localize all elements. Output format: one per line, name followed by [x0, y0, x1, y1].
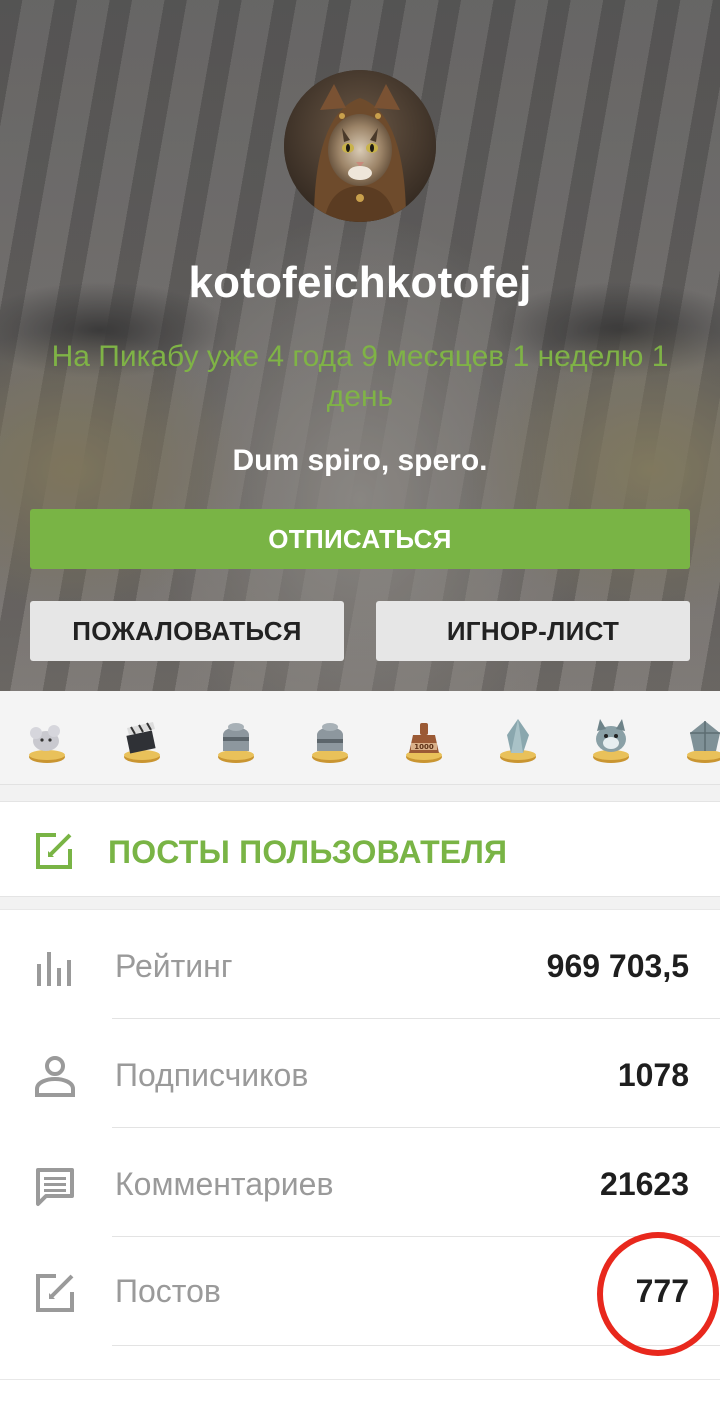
bottom-strip: [0, 1379, 720, 1401]
awards-strip[interactable]: 1000: [0, 691, 720, 785]
chart-icon: [37, 952, 71, 986]
user-posts-label: ПОСТЫ ПОЛЬЗОВАТЕЛЯ: [108, 834, 508, 870]
1000-weight-award-icon[interactable]: 1000: [399, 711, 449, 767]
helmet-award-icon[interactable]: [305, 711, 355, 767]
stat-row-subscribers: Подписчиков 1078: [0, 1019, 720, 1128]
crystal-award-icon[interactable]: [493, 711, 543, 767]
person-icon: [35, 1056, 75, 1097]
unsubscribe-button[interactable]: ОТПИСАТЬСЯ: [30, 509, 690, 569]
clapperboard-award-icon[interactable]: [117, 711, 167, 767]
user-posts-link[interactable]: ПОСТЫ ПОЛЬЗОВАТЕЛЯ: [0, 801, 720, 897]
stat-value: 21623: [600, 1166, 689, 1202]
svg-text:1000: 1000: [414, 743, 434, 751]
edit-icon: [36, 1274, 74, 1312]
mouse-award-icon[interactable]: [22, 711, 72, 767]
cat-avatar-icon[interactable]: [284, 70, 436, 222]
animal-award-icon[interactable]: [586, 711, 636, 767]
gem-award-icon[interactable]: [680, 711, 720, 767]
stat-row-rating: Рейтинг 969 703,5: [0, 910, 720, 1019]
tenure-text: На Пикабу уже 4 года 9 месяцев 1 неделю …: [51, 340, 669, 413]
report-button[interactable]: ПОЖАЛОВАТЬСЯ: [30, 601, 344, 661]
stat-value: 969 703,5: [546, 948, 689, 984]
stat-row-comments: Комментариев 21623: [0, 1128, 720, 1237]
stat-value: 1078: [617, 1057, 689, 1093]
stat-label: Подписчиков: [115, 1057, 309, 1093]
user-motto: Dum spiro, spero.: [232, 444, 488, 477]
stat-label: Постов: [115, 1273, 221, 1309]
stat-label: Рейтинг: [115, 948, 233, 984]
edit-icon: [36, 833, 72, 869]
comment-icon: [36, 1168, 74, 1206]
helmet-award-icon[interactable]: [211, 711, 261, 767]
highlight-circle: [597, 1232, 719, 1356]
profile-header: kotofeichkotofej На Пикабу уже 4 года 9 …: [0, 0, 720, 691]
stat-label: Комментариев: [115, 1166, 334, 1202]
username: kotofeichkotofej: [188, 258, 532, 307]
ignore-list-button[interactable]: ИГНОР-ЛИСТ: [376, 601, 690, 661]
